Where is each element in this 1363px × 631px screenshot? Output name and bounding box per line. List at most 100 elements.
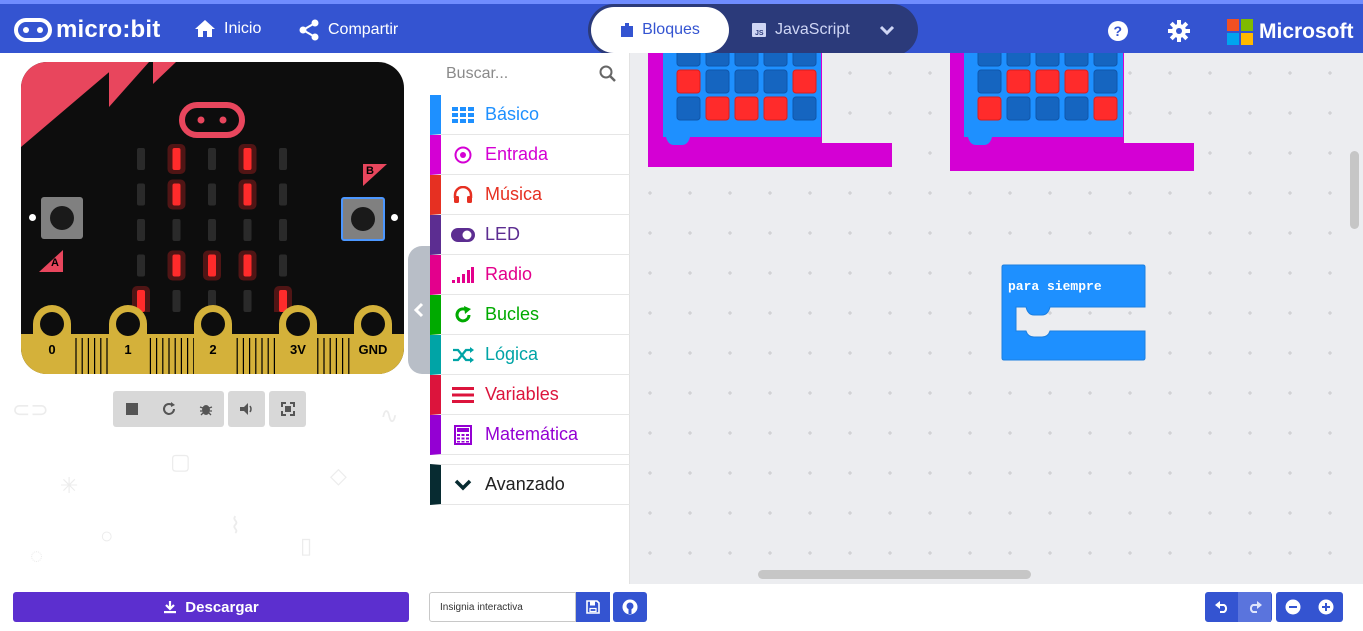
chevron-down-icon <box>879 25 894 35</box>
decor-icon: ⊂⊃ <box>12 397 49 422</box>
block-led-cell[interactable] <box>676 69 701 94</box>
signal-bars-icon <box>452 266 474 283</box>
microbit-logo[interactable]: micro:bit <box>14 16 160 44</box>
button-b[interactable] <box>341 197 385 241</box>
block-led-cell[interactable] <box>977 96 1002 121</box>
block-led-cell[interactable] <box>1064 96 1089 121</box>
mute-button[interactable] <box>228 391 265 427</box>
category-logic-label: Lógica <box>485 344 539 364</box>
speaker-icon <box>239 403 252 415</box>
category-advanced[interactable]: Avanzado <box>430 464 630 505</box>
restart-button[interactable] <box>150 391 187 427</box>
zoom-group <box>1276 592 1343 622</box>
home-button[interactable]: Inicio <box>194 19 261 38</box>
block-led-cell[interactable] <box>1093 96 1118 121</box>
block-led-cell[interactable] <box>1093 53 1118 67</box>
category-loops[interactable]: Bucles <box>430 295 630 335</box>
vertical-scrollbar[interactable] <box>1350 151 1359 229</box>
block-led-cell[interactable] <box>734 53 759 67</box>
button-b-badge: B <box>363 164 387 186</box>
decor-icon: ∿ <box>380 403 399 428</box>
github-button[interactable] <box>613 592 647 622</box>
collapse-simulator-button[interactable] <box>408 246 430 374</box>
category-variables[interactable]: Variables <box>430 375 630 415</box>
help-button[interactable]: ? <box>1107 20 1129 47</box>
chevron-down-icon <box>454 479 472 490</box>
category-radio[interactable]: Radio <box>430 255 630 295</box>
pin-2[interactable]: 2 <box>194 305 232 374</box>
search-icon[interactable] <box>599 65 616 82</box>
zoom-in-icon <box>1318 599 1333 615</box>
block-led-cell[interactable] <box>1006 96 1031 121</box>
decor-icon: ◇ <box>330 463 347 488</box>
block-led-cell[interactable] <box>734 96 759 121</box>
block-led-cell[interactable] <box>1035 53 1060 67</box>
redo-icon <box>1249 601 1262 613</box>
pin-3v[interactable]: 3V <box>279 305 317 374</box>
save-button[interactable] <box>576 592 610 622</box>
editor-menu-chevron[interactable] <box>872 25 902 35</box>
fullscreen-button[interactable] <box>269 391 306 427</box>
project-name-input[interactable] <box>429 592 576 622</box>
led-cell <box>137 148 145 170</box>
block-led-cell[interactable] <box>1093 69 1118 94</box>
headphones-icon <box>453 185 473 203</box>
block-led-cell[interactable] <box>705 53 730 67</box>
pin-gnd[interactable]: GND <box>354 305 392 374</box>
category-led[interactable]: LED <box>430 215 630 255</box>
category-math[interactable]: Matemática <box>430 415 630 455</box>
block-led-cell[interactable] <box>1006 53 1031 67</box>
chevron-left-icon <box>414 302 424 318</box>
block-led-cell[interactable] <box>763 96 788 121</box>
category-logic[interactable]: Lógica <box>430 335 630 375</box>
tab-blocks[interactable]: Bloques <box>591 7 729 53</box>
block-led-cell[interactable] <box>792 53 817 67</box>
block-led-cell[interactable] <box>763 53 788 67</box>
share-button[interactable]: Compartir <box>298 19 398 41</box>
tab-javascript[interactable]: JS JavaScript <box>729 7 872 53</box>
category-input[interactable]: Entrada <box>430 135 630 175</box>
pin-1[interactable]: 1 <box>109 305 147 374</box>
led-cell <box>137 183 145 206</box>
block-led-cell[interactable] <box>676 53 701 67</box>
download-button[interactable]: Descargar <box>13 592 409 622</box>
horizontal-scrollbar[interactable] <box>758 570 1031 579</box>
category-basic[interactable]: Básico <box>430 95 630 135</box>
undo-button[interactable] <box>1205 592 1238 622</box>
block-led-cell[interactable] <box>792 69 817 94</box>
led-cell <box>172 183 181 206</box>
stop-button[interactable] <box>113 391 150 427</box>
tab-blocks-label: Bloques <box>642 21 700 38</box>
zoom-out-button[interactable] <box>1276 592 1309 622</box>
block-led-cell[interactable] <box>763 69 788 94</box>
block-led-cell[interactable] <box>734 69 759 94</box>
zoom-in-button[interactable] <box>1309 592 1342 622</box>
block-led-cell[interactable] <box>1064 69 1089 94</box>
microsoft-logo[interactable]: Microsoft <box>1227 19 1354 45</box>
pin-1-label: 1 <box>124 342 132 357</box>
grid-icon <box>452 106 474 123</box>
category-variables-label: Variables <box>485 384 559 404</box>
button-a[interactable] <box>41 197 83 239</box>
block-led-cell[interactable] <box>1035 69 1060 94</box>
block-led-cell[interactable] <box>1006 69 1031 94</box>
block-led-cell[interactable] <box>676 96 701 121</box>
target-icon <box>454 146 472 163</box>
block-led-cell[interactable] <box>1035 96 1060 121</box>
redo-button[interactable] <box>1238 592 1271 622</box>
block-led-cell[interactable] <box>792 96 817 121</box>
button-b-edge-dot <box>391 214 398 221</box>
pin-0[interactable]: 0 <box>33 305 71 374</box>
block-led-cell[interactable] <box>977 53 1002 67</box>
blocks-workspace[interactable]: para siempre <box>630 53 1363 584</box>
category-music[interactable]: Música <box>430 175 630 215</box>
block-led-cell[interactable] <box>705 96 730 121</box>
block-led-cell[interactable] <box>705 69 730 94</box>
led-cell <box>208 183 216 206</box>
block-led-cell[interactable] <box>977 69 1002 94</box>
block-led-cell[interactable] <box>1064 53 1089 67</box>
debug-button[interactable] <box>187 391 224 427</box>
settings-button[interactable] <box>1168 20 1190 47</box>
download-label: Descargar <box>185 598 259 616</box>
calculator-icon <box>454 424 472 445</box>
